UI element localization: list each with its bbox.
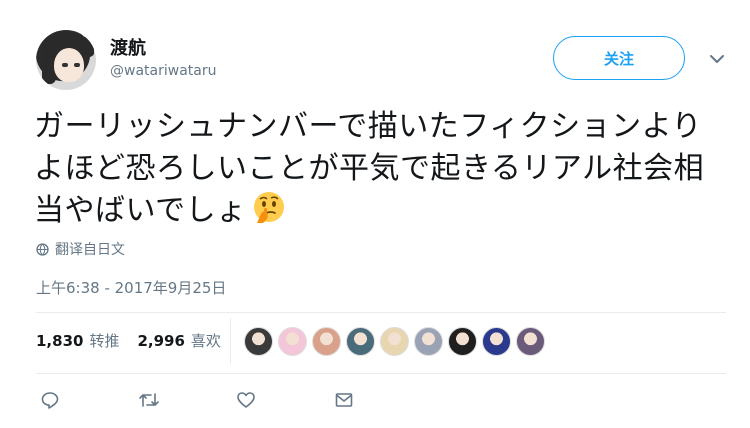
translate-label: 翻译自日文	[55, 242, 125, 258]
liker-avatar[interactable]	[312, 327, 341, 356]
retweet-button[interactable]	[138, 389, 236, 411]
tweet-text-body: ガーリッシュナンバーで描いたフィクションよりよほど恐ろしいことが平気で起きるリア…	[34, 109, 705, 228]
liker-avatar[interactable]	[414, 327, 443, 356]
like-count[interactable]: 2,996	[137, 332, 184, 350]
avatar-eye	[74, 63, 80, 67]
liker-avatar[interactable]	[278, 327, 307, 356]
thinking-face-icon	[253, 192, 284, 223]
tweet-actions	[40, 389, 432, 411]
tweet-text: ガーリッシュナンバーで描いたフィクションよりよほど恐ろしいことが平気で起きるリア…	[34, 106, 724, 232]
liker-avatar[interactable]	[516, 327, 545, 356]
like-button[interactable]	[236, 389, 334, 411]
globe-icon	[36, 242, 49, 256]
stats-separator	[230, 318, 231, 364]
message-icon	[335, 393, 353, 407]
follow-button[interactable]: 关注	[553, 36, 685, 80]
liker-avatars	[244, 327, 545, 356]
divider	[36, 312, 726, 313]
tweet-stats: 1,830 转推 2,996 喜欢	[36, 330, 239, 351]
like-label[interactable]: 喜欢	[191, 330, 221, 351]
divider	[36, 373, 726, 374]
liker-avatar[interactable]	[448, 327, 477, 356]
liker-avatar[interactable]	[244, 327, 273, 356]
message-button[interactable]	[334, 389, 432, 411]
like-icon	[237, 392, 255, 408]
retweet-label[interactable]: 转推	[89, 330, 119, 351]
reply-icon	[41, 392, 59, 409]
retweet-icon	[139, 393, 159, 407]
author-handle[interactable]: @watariwataru	[110, 63, 216, 79]
avatar-eye	[62, 63, 68, 67]
author-display-name[interactable]: 渡航	[110, 34, 146, 60]
translate-link[interactable]: 翻译自日文	[36, 239, 125, 259]
liker-avatar[interactable]	[346, 327, 375, 356]
reply-button[interactable]	[40, 389, 138, 411]
liker-avatar[interactable]	[380, 327, 409, 356]
retweet-count[interactable]: 1,830	[36, 332, 83, 350]
chevron-down-icon[interactable]	[708, 50, 726, 68]
liker-avatar[interactable]	[482, 327, 511, 356]
author-avatar[interactable]	[36, 30, 96, 90]
tweet-timestamp[interactable]: 上午6:38 - 2017年9月25日	[36, 277, 226, 298]
